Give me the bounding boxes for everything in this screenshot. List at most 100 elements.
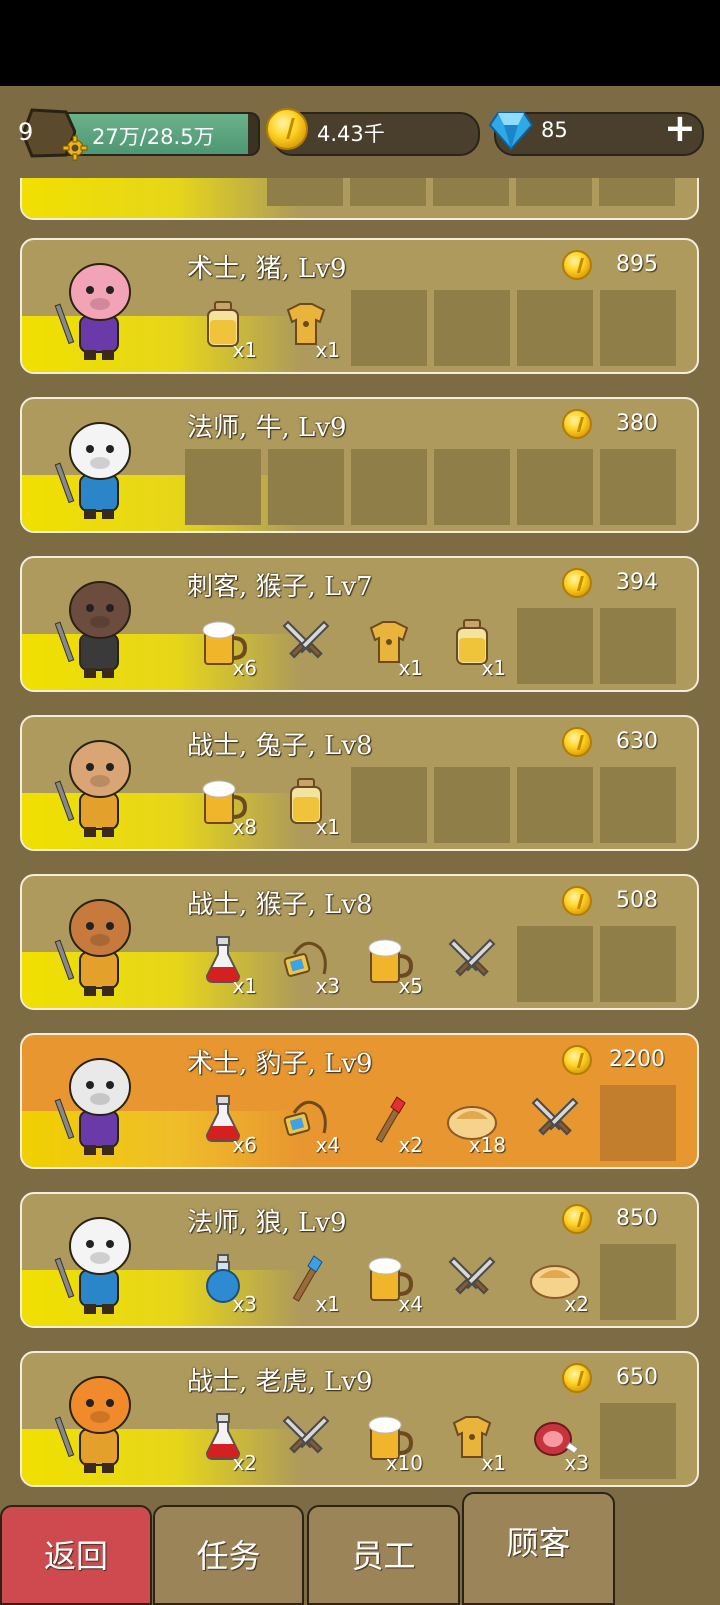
diamond-icon [488, 112, 534, 151]
empty-slot [517, 290, 593, 366]
potion-red-icon[interactable]: x1 [185, 926, 261, 1002]
crossed-swords-icon[interactable] [434, 926, 510, 1002]
beer-mug-icon[interactable]: x6 [185, 608, 261, 684]
potion-red-icon[interactable]: x2 [185, 1403, 261, 1479]
monkey-character-icon [54, 890, 144, 1002]
leather-armor-icon[interactable]: x1 [268, 290, 344, 366]
item-quantity: x5 [398, 974, 423, 998]
customer-card[interactable]: 法师, 牛, Lv9 380 [20, 397, 699, 533]
potion-yellow-icon[interactable]: x1 [434, 608, 510, 684]
gold-amount: 4.43千 [317, 122, 385, 146]
reward-amount: 650 [616, 1365, 658, 1390]
customer-card[interactable]: 术士, 猪, Lv9 895 x1 x1 [20, 238, 699, 374]
reward-amount: 850 [616, 1206, 658, 1231]
item-quantity: x4 [315, 1133, 340, 1157]
empty-slot [600, 290, 676, 366]
customer-name: 法师, 狼, Lv9 [187, 1208, 347, 1238]
customer-name: 战士, 猴子, Lv8 [187, 890, 373, 920]
back-button[interactable]: 返回 [0, 1505, 152, 1605]
tab-staff[interactable]: 员工 [307, 1505, 460, 1605]
pig-character-icon [54, 254, 144, 366]
item-quantity: x10 [385, 1451, 423, 1475]
reward-amount: 630 [616, 729, 658, 754]
item-quantity: x1 [232, 974, 257, 998]
wolf-character-icon [54, 1208, 144, 1320]
customer-card[interactable]: 战士, 兔子, Lv8 630 x8 x1 [20, 715, 699, 851]
meat-icon[interactable]: x3 [517, 1403, 593, 1479]
customer-name: 战士, 老虎, Lv9 [187, 1367, 373, 1397]
leather-armor-icon[interactable]: x1 [434, 1403, 510, 1479]
customer-name: 术士, 猪, Lv9 [187, 254, 347, 284]
item-quantity: x2 [398, 1133, 423, 1157]
empty-slot [434, 767, 510, 843]
item-quantity: x1 [315, 815, 340, 839]
empty-slot [517, 767, 593, 843]
tab-quests[interactable]: 任务 [153, 1505, 304, 1605]
reward-amount: 508 [616, 888, 658, 913]
item-quantity: x18 [468, 1133, 506, 1157]
item-quantity: x2 [232, 1451, 257, 1475]
gems-amount: 85 [541, 118, 568, 142]
empty-slot [351, 290, 427, 366]
potion-blue-icon[interactable]: x3 [185, 1244, 261, 1320]
amulet-icon[interactable]: x3 [268, 926, 344, 1002]
empty-slot [600, 608, 676, 684]
customer-name: 法师, 牛, Lv9 [187, 413, 347, 443]
leather-armor-icon[interactable]: x1 [351, 608, 427, 684]
tab-customers[interactable]: 顾客 [462, 1492, 615, 1605]
empty-slot [517, 608, 593, 684]
rabbit-character-icon [54, 731, 144, 843]
customer-card[interactable]: 术士, 豹子, Lv9 2200 x6 x4 x2 x18 [20, 1033, 699, 1169]
reward-amount: 394 [616, 570, 658, 595]
potion-yellow-icon[interactable]: x1 [268, 767, 344, 843]
beer-mug-icon[interactable]: x4 [351, 1244, 427, 1320]
beer-mug-icon[interactable]: x10 [351, 1403, 427, 1479]
customer-name: 刺客, 猴子, Lv7 [187, 572, 373, 602]
customer-card[interactable]: 法师, 狼, Lv9 850 x3 x1 x4 x2 [20, 1192, 699, 1328]
coin-icon [562, 568, 592, 598]
item-quantity: x6 [232, 656, 257, 680]
customer-name: 战士, 兔子, Lv8 [187, 731, 373, 761]
potion-yellow-icon[interactable]: x1 [185, 290, 261, 366]
crossed-swords-icon[interactable] [268, 1403, 344, 1479]
customer-card[interactable]: 刺客, 猴子, Lv7 394 x6 x1 x1 [20, 556, 699, 692]
customer-card[interactable]: 战士, 猴子, Lv8 508 x1 x3 x5 [20, 874, 699, 1010]
bread-icon[interactable]: x2 [517, 1244, 593, 1320]
crossed-swords-icon[interactable] [517, 1085, 593, 1161]
empty-slot [351, 449, 427, 525]
item-quantity: x1 [315, 1292, 340, 1316]
customer-name: 术士, 豹子, Lv9 [187, 1049, 373, 1079]
item-quantity: x1 [398, 656, 423, 680]
reward-amount: 2200 [609, 1047, 665, 1072]
empty-slot [600, 1403, 676, 1479]
xp-bar: 27万/28.5万 [60, 112, 260, 156]
beer-mug-icon[interactable]: x5 [351, 926, 427, 1002]
staff-red-icon[interactable]: x2 [351, 1085, 427, 1161]
empty-slot [600, 926, 676, 1002]
customer-card[interactable]: 战士, 老虎, Lv9 650 x2 x10 x1 x3 [20, 1351, 699, 1487]
coin-icon [562, 886, 592, 916]
add-gems-button[interactable]: + [664, 108, 696, 148]
item-quantity: x3 [315, 974, 340, 998]
empty-slot [268, 449, 344, 525]
reward-amount: 895 [616, 252, 658, 277]
item-quantity: x1 [232, 338, 257, 362]
amulet-icon[interactable]: x4 [268, 1085, 344, 1161]
bread-icon[interactable]: x18 [434, 1085, 510, 1161]
empty-slot [351, 767, 427, 843]
crossed-swords-icon[interactable] [434, 1244, 510, 1320]
coin-icon [562, 250, 592, 280]
item-quantity: x2 [564, 1292, 589, 1316]
monkey-dark-character-icon [54, 572, 144, 684]
coin-icon [562, 1363, 592, 1393]
crossed-swords-icon[interactable] [268, 608, 344, 684]
beer-mug-icon[interactable]: x8 [185, 767, 261, 843]
gear-icon[interactable] [62, 135, 88, 161]
item-quantity: x1 [315, 338, 340, 362]
empty-slot [517, 926, 593, 1002]
potion-red-icon[interactable]: x6 [185, 1085, 261, 1161]
item-quantity: x1 [481, 656, 506, 680]
xp-text: 27万/28.5万 [92, 125, 215, 149]
staff-blue-icon[interactable]: x1 [268, 1244, 344, 1320]
item-quantity: x4 [398, 1292, 423, 1316]
